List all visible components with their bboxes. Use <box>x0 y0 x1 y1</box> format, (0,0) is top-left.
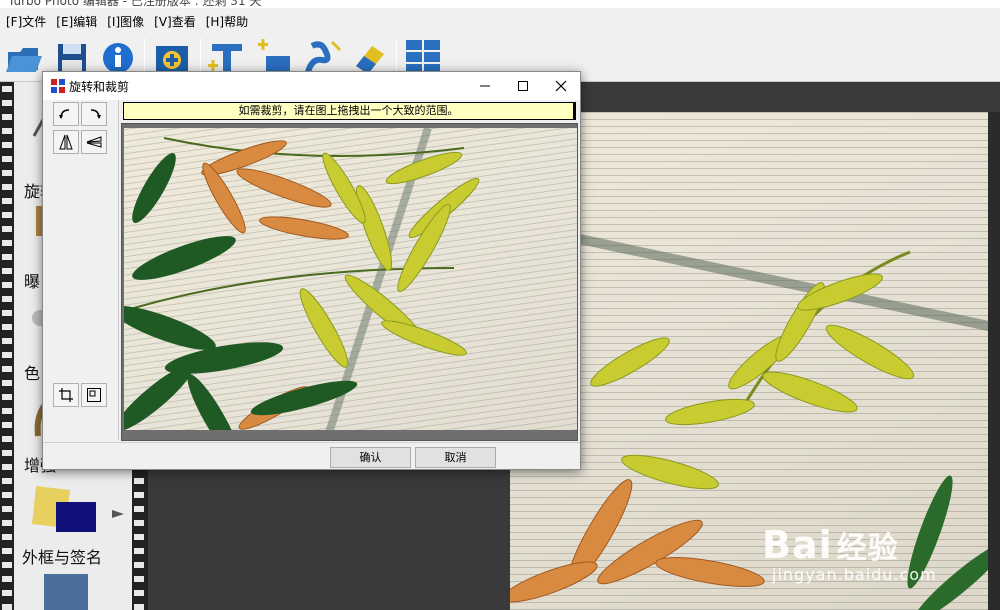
auto-crop-icon[interactable] <box>81 383 107 407</box>
maximize-icon[interactable] <box>504 72 542 100</box>
frame-signature-icon[interactable] <box>32 482 132 541</box>
close-icon[interactable] <box>542 72 580 100</box>
flip-vertical-icon[interactable] <box>53 130 79 154</box>
flip-horizontal-icon[interactable] <box>81 130 107 154</box>
left-item-color[interactable]: 色 <box>24 360 40 384</box>
app-title: Turbo Photo 编辑器 - 已注册版本 : 还剩 31 天 <box>0 0 1000 8</box>
open-folder-icon[interactable] <box>4 38 44 78</box>
menu-image[interactable]: [I]图像 <box>107 13 144 30</box>
minimize-icon[interactable] <box>466 72 504 100</box>
menu-help[interactable]: [H]帮助 <box>206 13 248 30</box>
dialog-divider <box>43 442 580 443</box>
dialog-title: 旋转和裁剪 <box>69 80 130 94</box>
film-holes-left <box>2 82 12 610</box>
left-item-frame-signature[interactable]: 外框与签名 <box>22 544 102 568</box>
left-item-exposure[interactable]: 曝 <box>24 268 40 292</box>
app-logo-icon <box>51 79 65 93</box>
dialog-titlebar[interactable]: 旋转和裁剪 <box>43 72 580 100</box>
menu-edit[interactable]: [E]编辑 <box>56 13 97 30</box>
rotate-crop-dialog: 旋转和裁剪 如需裁剪，请在图上拖拽出一个大致的范围。 确认 取消 <box>42 71 581 470</box>
watermark: Bai 经验 jingyan.baidu.com <box>762 505 1000 590</box>
dialog-tool-column <box>49 100 119 440</box>
rotate-right-icon[interactable] <box>81 102 107 126</box>
crop-icon[interactable] <box>53 383 79 407</box>
crop-preview-frame <box>121 123 578 441</box>
watermark-logo: Bai 经验 <box>762 523 899 567</box>
menu-bar: [F]文件 [E]编辑 [I]图像 [V]查看 [H]帮助 <box>0 8 1000 34</box>
menu-file[interactable]: [F]文件 <box>6 13 46 30</box>
crop-hint-bar: 如需裁剪，请在图上拖拽出一个大致的范围。 <box>123 102 576 120</box>
menu-view[interactable]: [V]查看 <box>154 13 196 30</box>
crop-preview-image[interactable] <box>124 128 577 430</box>
cancel-button[interactable]: 取消 <box>415 447 496 468</box>
confirm-button[interactable]: 确认 <box>330 447 411 468</box>
rotate-left-icon[interactable] <box>53 102 79 126</box>
next-tool-thumbnail[interactable] <box>44 574 88 610</box>
watermark-url: jingyan.baidu.com <box>772 565 937 584</box>
